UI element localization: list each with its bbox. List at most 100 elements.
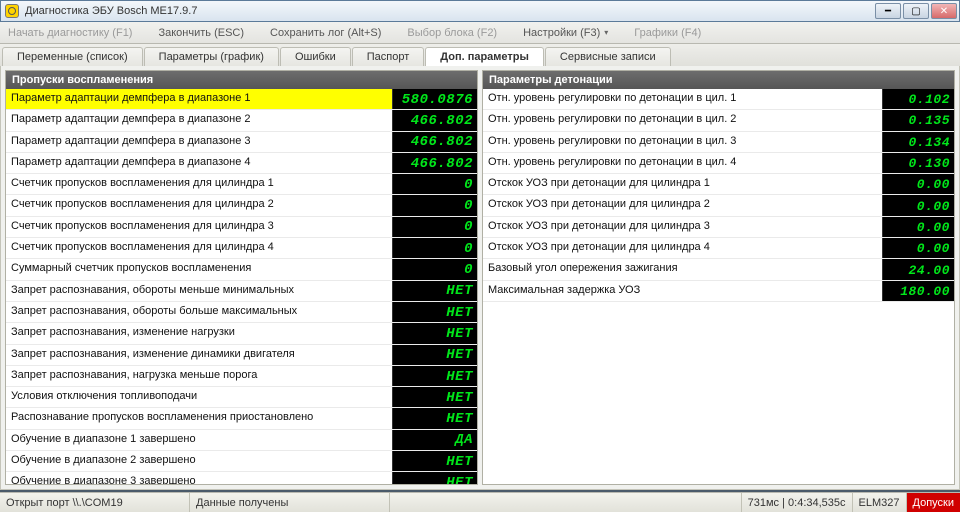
misfire-row[interactable]: Суммарный счетчик пропусков воспламенени…	[6, 259, 477, 280]
misfire-row-label: Запрет распознавания, обороты больше мак…	[6, 302, 392, 322]
misfire-row[interactable]: Запрет распознавания, изменение нагрузки…	[6, 323, 477, 344]
knock-row[interactable]: Максимальная задержка УОЗ180.00	[483, 281, 954, 302]
misfire-row[interactable]: Запрет распознавания, нагрузка меньше по…	[6, 366, 477, 387]
misfire-row-value: 466.802	[392, 153, 477, 173]
status-spacer	[390, 493, 742, 512]
misfire-row-label: Обучение в диапазоне 2 завершено	[6, 451, 392, 471]
toolbar-item-4[interactable]: Настройки (F3)	[519, 22, 612, 43]
panel-misfire: Пропуски воспламенения Параметр адаптаци…	[5, 70, 478, 485]
panel-knock: Параметры детонации Отн. уровень регулир…	[482, 70, 955, 485]
misfire-row[interactable]: Параметр адаптации демпфера в диапазоне …	[6, 153, 477, 174]
tab-strip: Переменные (список)Параметры (график)Оши…	[0, 44, 960, 66]
misfire-row-label: Суммарный счетчик пропусков воспламенени…	[6, 259, 392, 279]
toolbar-item-2[interactable]: Сохранить лог (Alt+S)	[266, 22, 385, 43]
misfire-row-value: 0	[392, 217, 477, 237]
misfire-row[interactable]: Запрет распознавания, изменение динамики…	[6, 345, 477, 366]
knock-row-value: 0.134	[882, 132, 954, 152]
misfire-row-label: Счетчик пропусков воспламенения для цили…	[6, 238, 392, 258]
status-timing: 731мс | 0:4:34,535с	[742, 493, 853, 512]
knock-rowlist[interactable]: Отн. уровень регулировки по детонации в …	[483, 89, 954, 484]
misfire-row[interactable]: Условия отключения топливоподачиНЕТ	[6, 387, 477, 408]
misfire-row[interactable]: Параметр адаптации демпфера в диапазоне …	[6, 110, 477, 131]
misfire-row-value: НЕТ	[392, 302, 477, 322]
tab-5[interactable]: Сервисные записи	[545, 47, 671, 66]
misfire-row[interactable]: Параметр адаптации демпфера в диапазоне …	[6, 89, 477, 110]
knock-row[interactable]: Отн. уровень регулировки по детонации в …	[483, 153, 954, 174]
toolbar-item-1[interactable]: Закончить (ESC)	[154, 22, 248, 43]
knock-row-value: 0.130	[882, 153, 954, 173]
misfire-row-label: Счетчик пропусков воспламенения для цили…	[6, 217, 392, 237]
toolbar-item-5: Графики (F4)	[630, 22, 705, 43]
misfire-row[interactable]: Счетчик пропусков воспламенения для цили…	[6, 174, 477, 195]
knock-row[interactable]: Отскок УОЗ при детонации для цилиндра 40…	[483, 238, 954, 259]
panel-knock-header: Параметры детонации	[483, 71, 954, 89]
panel-knock-body: Отн. уровень регулировки по детонации в …	[483, 89, 954, 484]
status-data: Данные получены	[190, 493, 390, 512]
misfire-row-value: НЕТ	[392, 451, 477, 471]
knock-row-label: Отскок УОЗ при детонации для цилиндра 1	[483, 174, 882, 194]
knock-row-label: Отн. уровень регулировки по детонации в …	[483, 110, 882, 130]
misfire-row-label: Запрет распознавания, изменение нагрузки	[6, 323, 392, 343]
misfire-rowlist[interactable]: Параметр адаптации демпфера в диапазоне …	[6, 89, 477, 484]
knock-row-label: Отн. уровень регулировки по детонации в …	[483, 89, 882, 109]
misfire-row-value: НЕТ	[392, 366, 477, 386]
knock-row[interactable]: Отскок УОЗ при детонации для цилиндра 20…	[483, 195, 954, 216]
knock-row[interactable]: Базовый угол опережения зажигания24.00	[483, 259, 954, 280]
misfire-row-value: 0	[392, 238, 477, 258]
misfire-row[interactable]: Параметр адаптации демпфера в диапазоне …	[6, 132, 477, 153]
misfire-row-label: Запрет распознавания, обороты меньше мин…	[6, 281, 392, 301]
misfire-row-value: 466.802	[392, 132, 477, 152]
misfire-row[interactable]: Счетчик пропусков воспламенения для цили…	[6, 238, 477, 259]
window-title: Диагностика ЭБУ Bosch ME17.9.7	[25, 5, 197, 17]
misfire-row[interactable]: Запрет распознавания, обороты меньше мин…	[6, 281, 477, 302]
content-area: Пропуски воспламенения Параметр адаптаци…	[0, 66, 960, 490]
status-adapter: ELM327	[853, 493, 907, 512]
status-warning[interactable]: Допуски	[907, 493, 960, 512]
misfire-row-value: НЕТ	[392, 387, 477, 407]
misfire-row[interactable]: Распознавание пропусков воспламенения пр…	[6, 408, 477, 429]
status-port: Открыт порт \\.\COM19	[0, 493, 190, 512]
misfire-row-label: Счетчик пропусков воспламенения для цили…	[6, 174, 392, 194]
misfire-row[interactable]: Обучение в диапазоне 1 завершеноДА	[6, 430, 477, 451]
knock-row[interactable]: Отн. уровень регулировки по детонации в …	[483, 110, 954, 131]
misfire-row[interactable]: Запрет распознавания, обороты больше мак…	[6, 302, 477, 323]
main-toolbar: Начать диагностику (F1) Закончить (ESC) Со…	[0, 22, 960, 44]
misfire-row-value: НЕТ	[392, 472, 477, 484]
maximize-button[interactable]: ▢	[903, 3, 929, 19]
misfire-row-value: НЕТ	[392, 408, 477, 428]
misfire-row-label: Обучение в диапазоне 3 завершено	[6, 472, 392, 484]
misfire-row-label: Параметр адаптации демпфера в диапазоне …	[6, 132, 392, 152]
misfire-row-value: НЕТ	[392, 345, 477, 365]
knock-row-label: Отн. уровень регулировки по детонации в …	[483, 132, 882, 152]
misfire-row-label: Параметр адаптации демпфера в диапазоне …	[6, 153, 392, 173]
misfire-row[interactable]: Обучение в диапазоне 3 завершеноНЕТ	[6, 472, 477, 484]
misfire-row-value: ДА	[392, 430, 477, 450]
toolbar-item-0: Начать диагностику (F1)	[4, 22, 136, 43]
misfire-row-label: Запрет распознавания, нагрузка меньше по…	[6, 366, 392, 386]
knock-row[interactable]: Отскок УОЗ при детонации для цилиндра 10…	[483, 174, 954, 195]
app-icon	[5, 4, 19, 18]
knock-row-value: 0.00	[882, 217, 954, 237]
misfire-row[interactable]: Счетчик пропусков воспламенения для цили…	[6, 217, 477, 238]
misfire-row-value: НЕТ	[392, 281, 477, 301]
knock-row-value: 0.00	[882, 238, 954, 258]
tab-3[interactable]: Паспорт	[352, 47, 425, 66]
tab-1[interactable]: Параметры (график)	[144, 47, 279, 66]
tab-4[interactable]: Доп. параметры	[425, 47, 544, 66]
misfire-row[interactable]: Обучение в диапазоне 2 завершеноНЕТ	[6, 451, 477, 472]
knock-row[interactable]: Отн. уровень регулировки по детонации в …	[483, 89, 954, 110]
panel-misfire-header: Пропуски воспламенения	[6, 71, 477, 89]
status-bar: Открыт порт \\.\COM19 Данные получены 73…	[0, 492, 960, 512]
tab-0[interactable]: Переменные (список)	[2, 47, 143, 66]
knock-row[interactable]: Отн. уровень регулировки по детонации в …	[483, 132, 954, 153]
window-buttons: ━ ▢ ✕	[873, 3, 957, 19]
knock-row-value: 0.135	[882, 110, 954, 130]
misfire-row[interactable]: Счетчик пропусков воспламенения для цили…	[6, 195, 477, 216]
knock-row[interactable]: Отскок УОЗ при детонации для цилиндра 30…	[483, 217, 954, 238]
knock-row-label: Базовый угол опережения зажигания	[483, 259, 882, 279]
minimize-button[interactable]: ━	[875, 3, 901, 19]
misfire-row-value: 0	[392, 195, 477, 215]
close-button[interactable]: ✕	[931, 3, 957, 19]
knock-row-value: 0.00	[882, 174, 954, 194]
tab-2[interactable]: Ошибки	[280, 47, 351, 66]
